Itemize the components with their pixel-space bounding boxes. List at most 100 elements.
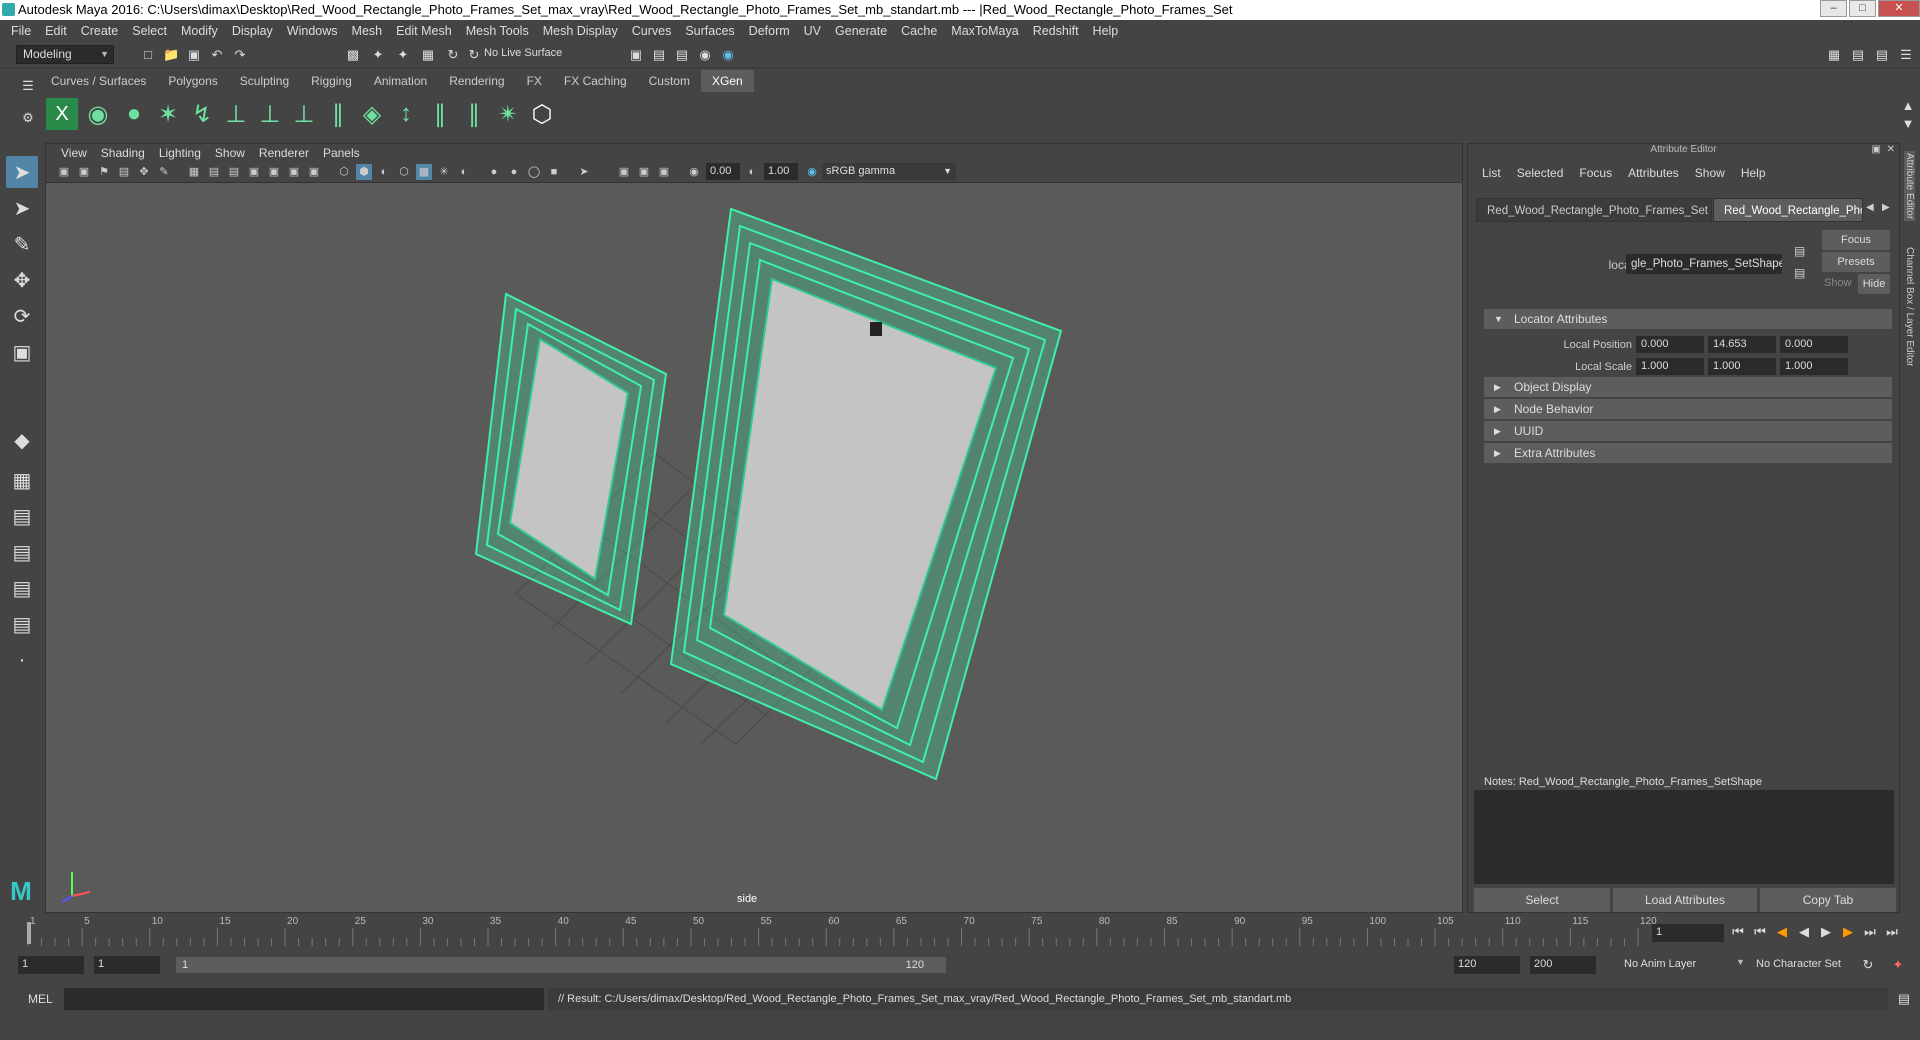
- local-position-z[interactable]: 0.000: [1780, 336, 1848, 353]
- custom-layout-icon[interactable]: ·: [6, 644, 38, 676]
- locator-name-field[interactable]: gle_Photo_Frames_SetShape: [1626, 254, 1782, 274]
- local-scale-z[interactable]: 1.000: [1780, 358, 1848, 375]
- menu-help[interactable]: Help: [1086, 24, 1126, 38]
- animation-end-field[interactable]: 200: [1530, 956, 1596, 974]
- shelf-tab-sculpting[interactable]: Sculpting: [229, 70, 300, 92]
- rotate-tool-icon[interactable]: ⟳: [6, 300, 38, 332]
- persp-uv-layout-icon[interactable]: ▤: [6, 608, 38, 640]
- go-to-start-icon[interactable]: ⏮: [1730, 924, 1746, 940]
- menu-select[interactable]: Select: [125, 24, 174, 38]
- menu-mesh[interactable]: Mesh: [345, 24, 390, 38]
- move-tool-icon[interactable]: ✥: [6, 264, 38, 296]
- minimize-button[interactable]: –: [1820, 0, 1847, 17]
- xgen-layers-icon[interactable]: ◈: [356, 98, 388, 130]
- xgen-lock-guide-icon[interactable]: ⊥: [288, 98, 320, 130]
- shelf-tab-xgen[interactable]: XGen: [700, 70, 754, 92]
- script-editor-icon[interactable]: ▤: [1896, 991, 1912, 1007]
- ae-menu-selected[interactable]: Selected: [1509, 166, 1572, 180]
- vp-menu-show[interactable]: Show: [208, 146, 252, 160]
- float-panel-icon[interactable]: ▣: [1872, 144, 1881, 155]
- step-back-key-icon[interactable]: ⏮: [1752, 924, 1768, 940]
- render-icon[interactable]: ▣: [628, 47, 644, 63]
- live-surface-field[interactable]: No Live Surface: [484, 47, 562, 59]
- section-node-behavior[interactable]: ▶ Node Behavior: [1484, 399, 1892, 419]
- local-position-x[interactable]: 0.000: [1636, 336, 1704, 353]
- range-slider[interactable]: 1 120: [176, 957, 946, 973]
- section-locator-attributes[interactable]: ▼ Locator Attributes: [1484, 309, 1892, 329]
- select-tool-icon[interactable]: ➤: [6, 156, 38, 188]
- scale-tool-icon[interactable]: ▣: [6, 336, 38, 368]
- local-position-y[interactable]: 14.653: [1708, 336, 1776, 353]
- camera-icon[interactable]: ▣: [56, 164, 72, 180]
- focus-button[interactable]: Focus: [1822, 230, 1890, 250]
- exposure-field[interactable]: 0.00: [706, 163, 740, 180]
- auto-key-icon[interactable]: ↻: [1860, 957, 1876, 973]
- ae-menu-focus[interactable]: Focus: [1571, 166, 1620, 180]
- menu-generate[interactable]: Generate: [828, 24, 894, 38]
- vp-menu-shading[interactable]: Shading: [94, 146, 152, 160]
- four-view-layout-icon[interactable]: ▦: [6, 464, 38, 496]
- xgen-length-icon[interactable]: ∥: [458, 98, 490, 130]
- ambient-occlusion-icon[interactable]: ●: [486, 164, 502, 180]
- menu-file[interactable]: File: [4, 24, 38, 38]
- load-attributes-button[interactable]: Load Attributes: [1613, 888, 1757, 912]
- toggle-modeling-toolkit-icon[interactable]: ▦: [1826, 47, 1842, 63]
- paint-select-icon[interactable]: ✦: [395, 47, 411, 63]
- menu-mesh-display[interactable]: Mesh Display: [536, 24, 625, 38]
- play-backwards-icon[interactable]: ◀: [1796, 924, 1812, 940]
- xgen-guides-icon[interactable]: ✶: [152, 98, 184, 130]
- menu-edit[interactable]: Edit: [38, 24, 74, 38]
- script-language-toggle[interactable]: MEL: [28, 992, 53, 1006]
- save-scene-icon[interactable]: ▣: [186, 47, 202, 63]
- shelf-scroll-up-icon[interactable]: ▲: [1900, 98, 1916, 114]
- xray-joints-icon[interactable]: ▣: [616, 164, 632, 180]
- xgen-bend-guide-icon[interactable]: ⊥: [254, 98, 286, 130]
- resolution-gate-icon[interactable]: ▤: [226, 164, 242, 180]
- attribute-editor-side-tab[interactable]: Attribute Editor: [1904, 151, 1915, 222]
- select-button[interactable]: Select: [1474, 888, 1610, 912]
- grease-pencil-icon[interactable]: ✎: [156, 164, 172, 180]
- close-button[interactable]: ✕: [1878, 0, 1920, 17]
- menu-cache[interactable]: Cache: [894, 24, 944, 38]
- xgen-editor-icon[interactable]: X: [46, 98, 78, 130]
- ae-menu-help[interactable]: Help: [1733, 166, 1774, 180]
- menu-display[interactable]: Display: [225, 24, 280, 38]
- bookmark-icon[interactable]: ⚑: [96, 164, 112, 180]
- menu-create[interactable]: Create: [74, 24, 126, 38]
- open-scene-icon[interactable]: 📁: [163, 47, 179, 63]
- shelf-tab-custom[interactable]: Custom: [638, 70, 701, 92]
- playback-start-field[interactable]: 1: [94, 956, 160, 974]
- film-gate-icon[interactable]: ▤: [206, 164, 222, 180]
- lasso-icon[interactable]: ✦: [370, 47, 386, 63]
- shelf-tab-animation[interactable]: Animation: [363, 70, 438, 92]
- viewport-canvas[interactable]: [46, 184, 1462, 912]
- menu-surfaces[interactable]: Surfaces: [678, 24, 741, 38]
- paint-select-tool-icon[interactable]: ✎: [6, 228, 38, 260]
- ae-menu-show[interactable]: Show: [1687, 166, 1733, 180]
- two-d-pan-icon[interactable]: ✥: [136, 164, 152, 180]
- vp-menu-panels[interactable]: Panels: [316, 146, 367, 160]
- gamma-icon[interactable]: ◐: [744, 164, 760, 180]
- tab-scroll-right-icon[interactable]: ▶: [1882, 202, 1890, 213]
- menu-redshift[interactable]: Redshift: [1026, 24, 1086, 38]
- xgen-toolbox-icon[interactable]: ✴: [492, 98, 524, 130]
- animation-start-field[interactable]: 1: [18, 956, 84, 974]
- redo-icon[interactable]: ↷: [232, 47, 248, 63]
- shadows-icon[interactable]: ◐: [456, 164, 472, 180]
- snap-grid-icon[interactable]: ▦: [420, 47, 436, 63]
- multisample-icon[interactable]: ◯: [526, 164, 542, 180]
- vp-menu-renderer[interactable]: Renderer: [252, 146, 316, 160]
- undo-icon[interactable]: ↶: [209, 47, 225, 63]
- ae-tab-transform[interactable]: Red_Wood_Rectangle_Photo_Frames_Set: [1476, 198, 1712, 222]
- gamma-field[interactable]: 1.00: [764, 163, 798, 180]
- section-uuid[interactable]: ▶ UUID: [1484, 421, 1892, 441]
- step-forward-key-icon[interactable]: ⏭: [1862, 924, 1878, 940]
- hypershade-icon[interactable]: ◉: [697, 47, 713, 63]
- grid-icon[interactable]: ▦: [186, 164, 202, 180]
- hypershade-layout-icon[interactable]: ▤: [6, 572, 38, 604]
- channel-box-side-tab[interactable]: Channel Box / Layer Editor: [1904, 247, 1915, 367]
- persp-graph-layout-icon[interactable]: ▤: [6, 536, 38, 568]
- copy-tab-button[interactable]: Copy Tab: [1760, 888, 1896, 912]
- safe-title-icon[interactable]: ▣: [306, 164, 322, 180]
- persp-outliner-layout-icon[interactable]: ▤: [6, 500, 38, 532]
